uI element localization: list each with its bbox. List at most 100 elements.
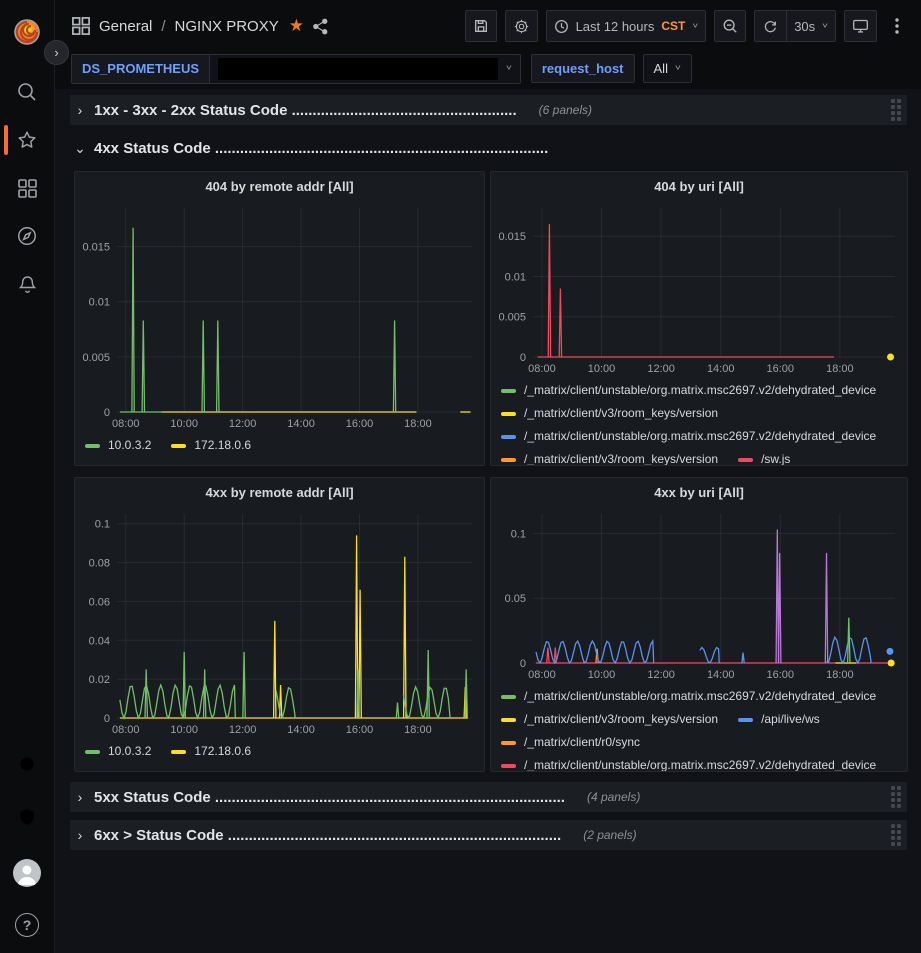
- time-range-picker[interactable]: Last 12 hours CST ˅: [546, 10, 707, 42]
- row-collapse-icon: ›: [74, 789, 86, 805]
- chart-plot[interactable]: 08:0010:0012:0014:0016:0018:0000.0050.01…: [75, 200, 484, 432]
- chart-legend: /_matrix/client/unstable/org.matrix.msc2…: [491, 377, 907, 465]
- legend-item[interactable]: /_matrix/client/v3/room_keys/version: [501, 402, 718, 425]
- legend-series-swatch: [501, 435, 516, 439]
- panel-title[interactable]: 404 by uri [All]: [491, 172, 907, 200]
- chart-plot[interactable]: 08:0010:0012:0014:0016:0018:0000.050.1: [491, 506, 907, 683]
- monitor-icon: [852, 18, 869, 34]
- help-button[interactable]: ?: [15, 913, 39, 937]
- user-avatar[interactable]: [13, 859, 41, 887]
- sidebar-expand-button[interactable]: ›: [44, 40, 69, 65]
- dashboard-settings-button[interactable]: [505, 10, 538, 42]
- chevron-down-icon: ˅: [506, 64, 512, 73]
- sidebar-item-explore[interactable]: [0, 212, 55, 260]
- svg-text:0.005: 0.005: [498, 312, 526, 324]
- row-5xx[interactable]: › 5xx Status Code ......................…: [70, 782, 907, 812]
- grafana-app: ? › General / NGINX PROXY ★: [0, 0, 921, 953]
- help-glyph: ?: [23, 917, 32, 933]
- chart-legend: /_matrix/client/unstable/org.matrix.msc2…: [491, 683, 907, 771]
- sidebar-item-alerting[interactable]: [0, 260, 55, 308]
- save-dashboard-button[interactable]: [465, 10, 497, 42]
- row-4xx[interactable]: ⌄ 4xx Status Code ......................…: [70, 133, 907, 163]
- legend-item[interactable]: /_matrix/client/unstable/org.matrix.msc2…: [501, 379, 876, 402]
- share-icon[interactable]: [312, 18, 329, 35]
- chart-plot[interactable]: 08:0010:0012:0014:0016:0018:0000.0050.01…: [491, 200, 907, 377]
- row-collapse-icon: ›: [74, 102, 86, 118]
- legend-series-label: 172.18.0.6: [194, 434, 251, 457]
- row-title: 1xx - 3xx - 2xx Status Code ............…: [94, 102, 517, 119]
- svg-text:0.005: 0.005: [82, 352, 110, 364]
- legend-series-label: 10.0.3.2: [108, 434, 151, 457]
- panel-title[interactable]: 4xx by uri [All]: [491, 478, 907, 506]
- request-host-variable-value: All: [654, 61, 668, 76]
- sidebar-item-starred[interactable]: [0, 116, 55, 164]
- svg-text:0: 0: [520, 658, 526, 670]
- svg-text:10:00: 10:00: [170, 418, 198, 430]
- legend-series-swatch: [501, 458, 516, 462]
- tv-mode-button[interactable]: [844, 10, 877, 42]
- panel-title[interactable]: 4xx by remote addr [All]: [75, 478, 484, 506]
- refresh-interval-dropdown[interactable]: 30s ˅: [786, 10, 836, 42]
- svg-text:14:00: 14:00: [707, 363, 735, 375]
- svg-text:16:00: 16:00: [346, 418, 374, 430]
- request-host-variable-select[interactable]: All ˅: [643, 54, 692, 83]
- favorite-star-icon[interactable]: ★: [289, 16, 304, 36]
- legend-series-swatch: [501, 695, 516, 699]
- refresh-group: 30s ˅: [754, 10, 836, 42]
- legend-series-label: 10.0.3.2: [108, 740, 151, 763]
- row-title: 6xx > Status Code ......................…: [94, 827, 561, 844]
- legend-series-swatch: [738, 718, 753, 722]
- legend-series-swatch: [501, 741, 516, 745]
- legend-item[interactable]: /_matrix/client/v3/room_keys/version: [501, 448, 718, 465]
- variables-bar: DS_PROMETHEUS ˅ request_host All ˅: [55, 52, 921, 89]
- breadcrumb-dashboard-title[interactable]: NGINX PROXY: [175, 18, 279, 35]
- main-column: General / NGINX PROXY ★: [55, 0, 921, 953]
- request-host-variable-label[interactable]: request_host: [531, 54, 635, 83]
- sidebar-item-server-admin[interactable]: [17, 806, 37, 833]
- sidebar-item-configuration[interactable]: [16, 753, 38, 780]
- breadcrumb-folder[interactable]: General: [99, 18, 152, 35]
- datasource-variable-select[interactable]: ˅: [209, 54, 521, 84]
- legend-item[interactable]: 10.0.3.2: [85, 740, 151, 763]
- breadcrumb-separator: /: [161, 18, 165, 35]
- legend-item[interactable]: 10.0.3.2: [85, 434, 151, 457]
- row-drag-handle[interactable]: [891, 824, 901, 846]
- row-6xx[interactable]: › 6xx > Status Code ....................…: [70, 820, 907, 850]
- more-options-button[interactable]: [885, 10, 909, 42]
- legend-item[interactable]: 172.18.0.6: [171, 740, 251, 763]
- legend-series-label: /_matrix/client/v3/room_keys/version: [524, 708, 718, 731]
- row-drag-handle[interactable]: [891, 99, 901, 121]
- legend-item[interactable]: /api/live/ws: [738, 708, 820, 731]
- sidebar-item-search[interactable]: [0, 68, 55, 116]
- svg-text:0.08: 0.08: [89, 558, 110, 570]
- legend-item[interactable]: /_matrix/client/r0/sync: [501, 731, 640, 754]
- legend-item[interactable]: /_matrix/client/v3/room_keys/version: [501, 708, 718, 731]
- clock-icon: [554, 19, 569, 34]
- request-host-variable: request_host All ˅: [531, 54, 692, 83]
- svg-text:0.1: 0.1: [95, 519, 110, 531]
- legend-item[interactable]: /_matrix/client/unstable/org.matrix.msc2…: [501, 425, 876, 448]
- sidebar-item-dashboards[interactable]: [0, 164, 55, 212]
- svg-text:16:00: 16:00: [767, 669, 795, 681]
- chart-plot[interactable]: 08:0010:0012:0014:0016:0018:0000.020.040…: [75, 506, 484, 738]
- panel-title[interactable]: 404 by remote addr [All]: [75, 172, 484, 200]
- svg-text:18:00: 18:00: [404, 418, 432, 430]
- svg-text:10:00: 10:00: [588, 669, 616, 681]
- search-icon: [16, 81, 38, 103]
- legend-series-swatch: [501, 412, 516, 416]
- legend-series-label: /_matrix/client/unstable/org.matrix.msc2…: [524, 379, 876, 402]
- legend-item[interactable]: /_matrix/client/unstable/org.matrix.msc2…: [501, 685, 876, 708]
- datasource-variable-label[interactable]: DS_PROMETHEUS: [71, 54, 209, 84]
- legend-series-label: /_matrix/client/r0/sync: [524, 731, 640, 754]
- legend-item[interactable]: /sw.js: [738, 448, 790, 465]
- row-panel-count: (4 panels): [587, 790, 640, 804]
- chevron-down-icon: ˅: [822, 22, 828, 31]
- row-drag-handle[interactable]: [891, 786, 901, 808]
- legend-item[interactable]: 172.18.0.6: [171, 434, 251, 457]
- row-1xx-3xx-2xx[interactable]: › 1xx - 3xx - 2xx Status Code ..........…: [70, 95, 907, 125]
- row-collapse-icon: ›: [74, 827, 86, 843]
- chevron-down-icon: ˅: [675, 64, 681, 73]
- legend-item[interactable]: /_matrix/client/unstable/org.matrix.msc2…: [501, 754, 876, 771]
- refresh-button[interactable]: [754, 10, 786, 42]
- zoom-out-time-button[interactable]: [714, 10, 746, 42]
